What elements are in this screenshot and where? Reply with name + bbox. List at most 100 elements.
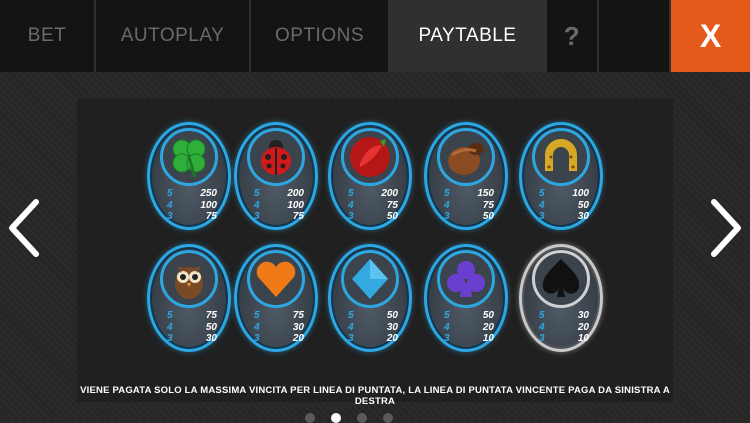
payout-value: 100	[287, 199, 304, 211]
page-dot[interactable]	[357, 413, 367, 423]
match-count: 4	[444, 199, 450, 211]
payout-row: 3 50	[348, 211, 398, 223]
payout-value: 10	[482, 333, 494, 344]
paytable-symbol: 5 250 4 100 3 75	[147, 122, 231, 230]
paytable-symbol: 5 75 4 50 3 30	[147, 244, 231, 352]
payout-row: 5 200	[254, 188, 304, 200]
match-count: 3	[167, 333, 173, 344]
payout-list: 5 30 4 20 3 10	[539, 310, 589, 345]
page-dot[interactable]	[305, 413, 315, 423]
payout-value: 200	[381, 188, 398, 199]
paytable-symbol: 5 30 4 20 3 10	[519, 244, 603, 352]
payout-row: 4 75	[348, 200, 398, 212]
payout-value: 20	[482, 321, 494, 333]
help-button[interactable]: ?	[547, 0, 599, 72]
match-count: 3	[348, 333, 354, 344]
payout-value: 20	[292, 333, 304, 344]
top-menu-bar: BET AUTOPLAY OPTIONS PAYTABLE ? X	[0, 0, 750, 72]
chili-pepper-icon	[341, 128, 399, 186]
match-count: 3	[444, 333, 450, 344]
payout-value: 100	[572, 188, 589, 199]
tab-bet[interactable]: BET	[0, 0, 96, 72]
match-count: 4	[348, 199, 354, 211]
payout-row: 4 75	[444, 200, 494, 212]
page-dot[interactable]	[383, 413, 393, 423]
match-count: 4	[539, 321, 545, 333]
clover-icon	[160, 128, 218, 186]
close-button[interactable]: X	[671, 0, 750, 72]
payout-value: 75	[292, 211, 304, 222]
payout-row: 3 10	[444, 333, 494, 345]
payout-row: 3 30	[167, 333, 217, 345]
payout-value: 30	[386, 321, 398, 333]
match-count: 5	[348, 310, 354, 321]
match-count: 5	[444, 310, 450, 321]
diamond-icon	[341, 250, 399, 308]
payout-row: 4 50	[539, 200, 589, 212]
match-count: 4	[167, 199, 173, 211]
paytable-symbol: 5 50 4 20 3 10	[424, 244, 508, 352]
match-count: 5	[348, 188, 354, 199]
paytable-symbol: 5 100 4 50 3 30	[519, 122, 603, 230]
payout-row: 5 30	[539, 310, 589, 322]
paytable-footnote: VIENE PAGATA SOLO LA MASSIMA VINCITA PER…	[80, 385, 670, 407]
match-count: 4	[539, 199, 545, 211]
club-icon	[437, 250, 495, 308]
payout-row: 4 30	[254, 322, 304, 334]
match-count: 3	[167, 211, 173, 222]
match-count: 5	[254, 310, 260, 321]
payout-value: 100	[200, 199, 217, 211]
paytable-symbol: 5 200 4 75 3 50	[328, 122, 412, 230]
paytable-symbol: 5 50 4 30 3 20	[328, 244, 412, 352]
payout-value: 75	[292, 310, 304, 321]
payout-row: 3 20	[254, 333, 304, 345]
match-count: 5	[167, 310, 173, 321]
tab-paytable[interactable]: PAYTABLE	[390, 0, 547, 72]
owl-icon	[160, 250, 218, 308]
payout-value: 20	[386, 333, 398, 344]
tab-options[interactable]: OPTIONS	[251, 0, 390, 72]
payout-row: 4 50	[167, 322, 217, 334]
payout-value: 50	[386, 211, 398, 222]
payout-row: 4 20	[539, 322, 589, 334]
payout-value: 250	[200, 188, 217, 199]
payout-list: 5 75 4 30 3 20	[254, 310, 304, 345]
match-count: 3	[254, 333, 260, 344]
page-dot[interactable]	[331, 413, 341, 423]
match-count: 5	[444, 188, 450, 199]
payout-value: 30	[577, 211, 589, 222]
payout-value: 75	[205, 310, 217, 321]
payout-list: 5 50 4 30 3 20	[348, 310, 398, 345]
match-count: 4	[254, 199, 260, 211]
page-indicator	[305, 413, 393, 423]
heart-icon	[247, 250, 305, 308]
payout-value: 30	[577, 310, 589, 321]
payout-list: 5 100 4 50 3 30	[539, 188, 589, 223]
payout-value: 75	[205, 211, 217, 222]
payout-row: 5 50	[348, 310, 398, 322]
horseshoe-icon	[532, 128, 590, 186]
tab-autoplay[interactable]: AUTOPLAY	[96, 0, 251, 72]
payout-row: 3 30	[539, 211, 589, 223]
match-count: 4	[444, 321, 450, 333]
match-count: 4	[167, 321, 173, 333]
spade-icon	[532, 250, 590, 308]
payout-value: 50	[482, 211, 494, 222]
payout-row: 5 100	[539, 188, 589, 200]
top-bar-spacer	[599, 0, 671, 72]
next-page-arrow-icon[interactable]	[706, 196, 746, 260]
match-count: 3	[254, 211, 260, 222]
previous-page-arrow-icon[interactable]	[4, 196, 44, 260]
payout-row: 5 200	[348, 188, 398, 200]
match-count: 3	[539, 333, 545, 344]
match-count: 5	[539, 310, 545, 321]
paytable-symbol: 5 200 4 100 3 75	[234, 122, 318, 230]
payout-value: 75	[386, 199, 398, 211]
payout-value: 50	[577, 199, 589, 211]
match-count: 4	[254, 321, 260, 333]
payout-value: 200	[287, 188, 304, 199]
payout-row: 5 150	[444, 188, 494, 200]
payout-row: 3 75	[254, 211, 304, 223]
payout-value: 50	[205, 321, 217, 333]
payout-row: 5 75	[254, 310, 304, 322]
